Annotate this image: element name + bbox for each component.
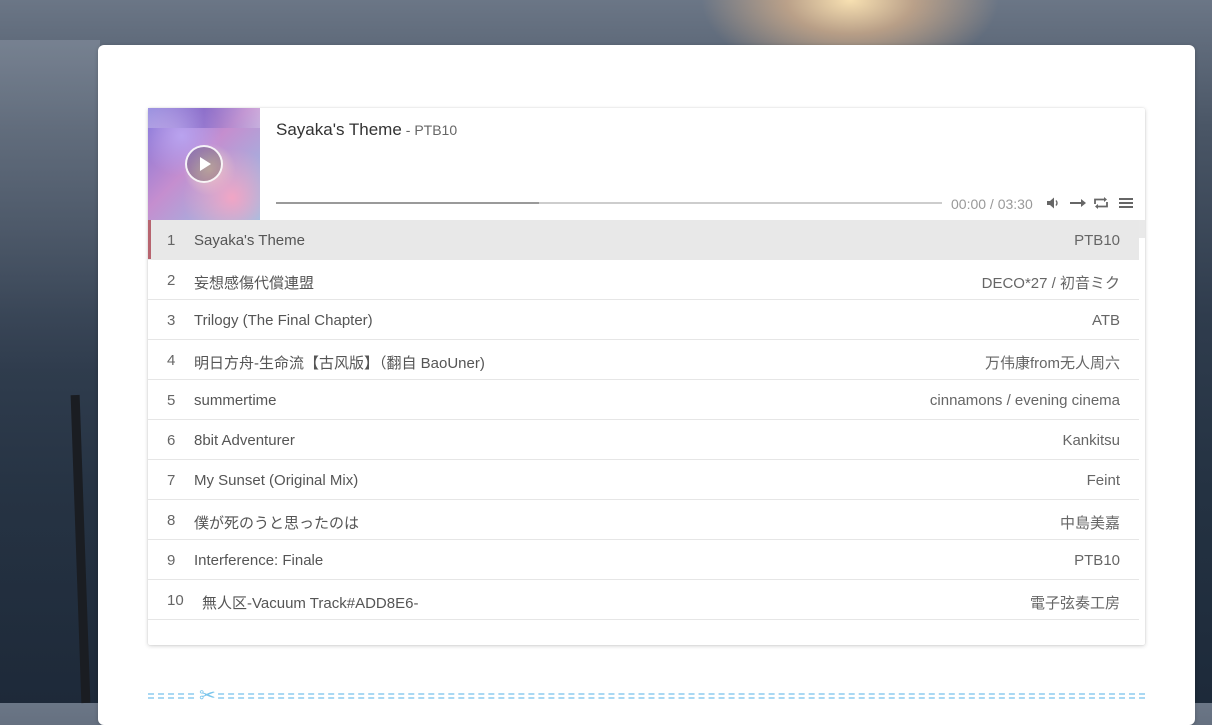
playlist-item[interactable]: 5 summertime cinnamons / evening cinema (148, 380, 1139, 420)
playlist-item-title: Sayaka's Theme (194, 232, 305, 249)
playlist-item-title: Trilogy (The Final Chapter) (194, 312, 373, 329)
album-cover-art (148, 108, 260, 128)
playlist-item-index: 1 (167, 232, 176, 249)
now-playing-author: - PTB10 (405, 122, 458, 138)
playlist-item[interactable]: 7 My Sunset (Original Mix) Feint (148, 460, 1139, 500)
playlist-item[interactable]: 9 Interference: Finale PTB10 (148, 540, 1139, 580)
playlist-item-title: 明日方舟-生命流【古风版】（翻自 BaoUner) (194, 355, 485, 372)
playlist-item-title: 僕が死のうと思ったのは (194, 515, 360, 532)
playlist-item-index: 3 (167, 312, 176, 329)
play-icon (200, 157, 211, 171)
album-cover[interactable] (148, 108, 260, 220)
loop-icon (1094, 197, 1108, 209)
order-button[interactable] (1068, 194, 1088, 212)
playlist-item-index: 6 (167, 432, 176, 449)
order-list-icon (1070, 199, 1086, 207)
playlist-item[interactable]: 8 僕が死のうと思ったのは 中島美嘉 (148, 500, 1139, 540)
playlist-item-artist: 電子弦奏工房 (1029, 595, 1120, 612)
playlist-item-title: 無人区-Vacuum Track#ADD8E6- (202, 595, 419, 612)
playlist-item-title: Interference: Finale (194, 552, 324, 569)
playlist-item[interactable]: 4 明日方舟-生命流【古风版】（翻自 BaoUner) 万伟康from无人周六 (148, 340, 1139, 380)
playlist-item-index: 7 (167, 472, 176, 489)
player-info: Sayaka's Theme - PTB10 00:00 / 03:30 (276, 108, 1145, 220)
playlist-item-artist: PTB10 (1074, 552, 1120, 569)
playlist-item[interactable]: 3 Trilogy (The Final Chapter) ATB (148, 300, 1139, 340)
playlist-item-title: My Sunset (Original Mix) (194, 472, 359, 489)
playlist-item-artist: 万伟康from无人周六 (984, 355, 1120, 372)
playlist-item-artist: ATB (1091, 312, 1120, 329)
playlist-item-artist: PTB10 (1074, 232, 1120, 249)
playlist-item-title: 8bit Adventurer (194, 432, 295, 449)
playlist-item-artist: Feint (1086, 472, 1120, 489)
playlist-item-title: summertime (194, 392, 277, 409)
playlist-item-artist: cinnamons / evening cinema (929, 392, 1120, 409)
playlist-item-index: 4 (167, 352, 176, 369)
music-player: Sayaka's Theme - PTB10 00:00 / 03:30 1 S… (148, 108, 1145, 645)
content-card: Sayaka's Theme - PTB10 00:00 / 03:30 1 S… (98, 45, 1195, 725)
time-display: 00:00 / 03:30 (951, 196, 1033, 212)
playlist-item-index: 2 (167, 272, 176, 289)
now-playing-title: Sayaka's Theme (276, 120, 402, 139)
loop-button[interactable] (1092, 194, 1110, 212)
playlist-item-title: 妄想感傷代償連盟 (194, 275, 315, 292)
playlist-item-artist: 中島美嘉 (1059, 515, 1120, 532)
playlist-item-index: 8 (167, 512, 176, 529)
playlist-scrollbar[interactable] (1139, 220, 1145, 238)
volume-icon (1047, 197, 1058, 209)
playlist-item-artist: DECO*27 / 初音ミク (981, 275, 1120, 292)
playlist-item-index: 5 (167, 392, 176, 409)
progress-bar[interactable] (276, 202, 942, 204)
playlist-item-artist: Kankitsu (1062, 432, 1120, 449)
playlist-menu-button[interactable] (1117, 194, 1135, 212)
playlist-item[interactable]: 1 Sayaka's Theme PTB10 (148, 220, 1139, 260)
section-divider (148, 693, 1145, 699)
playlist-item-index: 9 (167, 552, 176, 569)
play-button[interactable] (185, 145, 223, 183)
playlist-item[interactable]: 10 無人区-Vacuum Track#ADD8E6- 電子弦奏工房 (148, 580, 1139, 620)
volume-button[interactable] (1044, 194, 1062, 212)
playlist-item[interactable]: 6 8bit Adventurer Kankitsu (148, 420, 1139, 460)
playlist: 1 Sayaka's Theme PTB10 2 妄想感傷代償連盟 DECO*27 / 初… (148, 220, 1139, 633)
progress-loaded (276, 202, 540, 204)
playlist-item[interactable]: 2 妄想感傷代償連盟 DECO*27 / 初音ミク (148, 260, 1139, 300)
now-playing: Sayaka's Theme - PTB10 (276, 120, 457, 140)
playlist-item-index: 10 (167, 592, 184, 609)
menu-icon (1119, 198, 1133, 208)
scissors-icon: ✂ (198, 683, 217, 707)
